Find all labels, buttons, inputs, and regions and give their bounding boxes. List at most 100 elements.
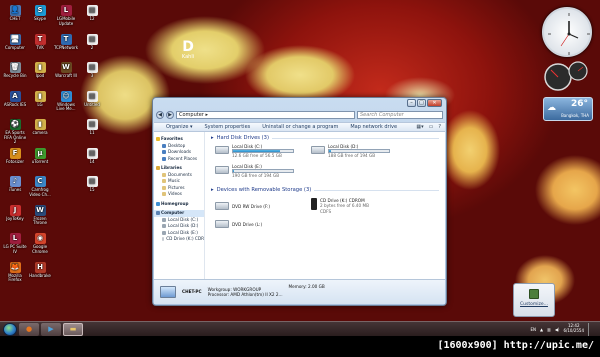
volume-icon[interactable]: ◀) (555, 327, 560, 332)
dvd-rw-drive-f[interactable]: DVD RW Drive (F:) (215, 200, 270, 210)
explorer-taskbar-button[interactable]: ▬ (63, 322, 83, 336)
tray-app-icon[interactable] (529, 289, 539, 299)
clock-face-icon (548, 13, 590, 55)
maximize-button[interactable]: □ (417, 99, 426, 107)
minimize-button[interactable]: – (407, 99, 416, 107)
hard-disk-icon (215, 166, 229, 174)
desktop-icon-label: CHET (9, 16, 21, 21)
nav-item-recent-places[interactable]: Recent Places (154, 156, 204, 163)
desktop-icon-3[interactable]: ▤ 3 (79, 62, 105, 79)
desktop-icon-label: 3 (90, 73, 94, 78)
desktop-icon-lg[interactable]: ▮ LG (27, 90, 53, 108)
system-properties-button[interactable]: System properties (199, 124, 257, 130)
back-button[interactable]: ◀ (156, 111, 164, 119)
desktop-icon-chet[interactable]: 👤 CHET (2, 5, 28, 22)
app-icon: ▤ (86, 119, 98, 130)
weather-gadget[interactable]: ☁ 26° Bangkok, THA (543, 97, 593, 121)
documents-icon (162, 172, 166, 177)
desktop-icon-fotosizer[interactable]: F Fotosizer (2, 147, 28, 165)
taskbar-clock[interactable]: 12:42 6/10/2554 (563, 324, 584, 333)
media-player-taskbar-button[interactable]: ▶ (41, 322, 61, 336)
nav-homegroup[interactable]: Homegroup (154, 201, 204, 208)
desktop-icon-tcpnetwork[interactable]: T TCPNetwork (53, 33, 79, 51)
desktop-icon-computer[interactable]: 🖥 Computer (2, 33, 28, 51)
drive-d[interactable]: Local Disk (D:) 188 GB free of 194 GB (311, 144, 390, 159)
removable-section[interactable]: ▸ Devices with Removable Storage (3) (211, 187, 439, 193)
desktop-icon-windows-live-me[interactable]: ☺ Windows Live Me... (53, 90, 79, 112)
desktop-icon-joytokey[interactable]: J JoyToKey (2, 204, 28, 222)
desktop-icon-12[interactable]: ▤ 12 (79, 5, 105, 22)
desktop-icon-recycle-bin[interactable]: 🗑 Recycle Bin (2, 62, 28, 79)
desktop-icon-camera[interactable]: ▮ camera (27, 119, 53, 136)
desktop-icon-lg-pc-suite-iv[interactable]: L LG PC Suite IV (2, 233, 28, 254)
desktop-icon-11[interactable]: ▤ 11 (79, 119, 105, 136)
desktop-icon-warcraft-iii[interactable]: W Warcraft III (53, 62, 79, 79)
desktop-icon-label: Windows Live Me... (56, 101, 76, 112)
clock-gadget[interactable] (542, 7, 592, 57)
firefox-taskbar-button[interactable]: ● (19, 322, 39, 336)
desktop-icon-lgmobile-update[interactable]: L LGMobile Update (53, 5, 79, 26)
desktop-icon-2[interactable]: ▤ 2 (79, 33, 105, 51)
help-icon[interactable]: ? (438, 124, 441, 130)
search-input[interactable]: Search Computer (357, 111, 443, 119)
show-desktop-button[interactable] (588, 322, 594, 336)
address-bar[interactable]: Computer ▸ (176, 111, 355, 119)
preview-pane-icon[interactable]: ▭ (429, 124, 434, 130)
forward-button[interactable]: ▶ (166, 111, 174, 119)
command-bar: Organize ▾ System properties Uninstall o… (154, 122, 445, 132)
desktop-icon-untitled[interactable]: ▤ Untitled (79, 90, 105, 108)
image-credit: [1600x900] http://upic.me/ (437, 340, 594, 351)
desktop-icon-label: Recycle Bin (3, 73, 27, 78)
dvd-drive-l[interactable]: DVD Drive (L:) (215, 218, 262, 228)
customize-popup[interactable]: Customize... (513, 283, 555, 317)
map-network-drive-button[interactable]: Map network drive (344, 124, 403, 130)
desktop-icon-utorrent[interactable]: µ uTorrent (27, 147, 53, 165)
desktop-icon-handbrake[interactable]: H Handbrake (27, 261, 53, 279)
nav-item-cd-k[interactable]: CD Drive (K:) CDR (154, 236, 204, 243)
desktop-icon-label: iTunes (8, 187, 22, 192)
start-button[interactable] (3, 322, 17, 336)
view-options-icon[interactable]: ▦▾ (416, 124, 423, 130)
desktop-icon-15[interactable]: ▤ 15 (79, 176, 105, 193)
close-button[interactable]: ✕ (427, 99, 442, 107)
app-icon: A (9, 90, 21, 102)
language-indicator[interactable]: EN (530, 327, 536, 332)
dvd-drive-icon (215, 202, 229, 210)
desktop-icon-itunes[interactable]: ♪ iTunes (2, 176, 28, 193)
desktop-icon-ipod[interactable]: ▮ Ipod (27, 62, 53, 79)
hard-disk-section[interactable]: ▸ Hard Disk Drives (3) (211, 135, 439, 141)
window-content: Favorites Desktop Downloads Recent Place… (154, 132, 445, 280)
desktop-watermark: D Kahli (181, 39, 195, 60)
network-icon[interactable]: ▥ (547, 327, 551, 332)
desktop-icon-skype[interactable]: S Skype (27, 5, 53, 22)
drive-c[interactable]: Local Disk (C:) 12.6 GB free of 56.5 GB (215, 144, 294, 159)
app-icon: L (9, 233, 21, 244)
desktop-icon-tvk[interactable]: T TVK (27, 33, 53, 51)
desktop-icon-frozen-throne[interactable]: W Frozen Throne (27, 204, 53, 226)
cd-drive-k[interactable]: CD Drive (K:) CDROM 2 bytes free of 6.40… (311, 198, 369, 214)
desktop-icon-label: EA Sports FIFA Online 2 (3, 130, 27, 145)
nav-item-videos[interactable]: Videos (154, 191, 204, 198)
desktop-icon-asrock-ies[interactable]: A ASRock IES (2, 90, 28, 108)
device-name: DVD RW Drive (F:) (232, 204, 271, 209)
desktop-icon-14[interactable]: ▤ 14 (79, 147, 105, 165)
desktop-icon-label: Ipod (35, 73, 45, 78)
show-hidden-icons-icon[interactable]: ▲ (540, 327, 543, 332)
desktop-icon-ea-sports-fifa-online-2[interactable]: ⚽ EA Sports FIFA Online 2 (2, 119, 28, 145)
desktop-icon-mozilla-firefox[interactable]: 🦊 Mozilla Firefox (2, 261, 28, 283)
uninstall-program-button[interactable]: Uninstall or change a program (256, 124, 344, 130)
drive-e[interactable]: Local Disk (E:) 190 GB free of 194 GB (215, 164, 294, 179)
organize-button[interactable]: Organize ▾ (160, 124, 199, 130)
disk-icon (162, 217, 166, 222)
drive-free: 12.6 GB free of 56.5 GB (232, 153, 282, 159)
disk-icon (162, 224, 166, 229)
app-icon: 🦊 (9, 261, 21, 273)
desktop-icon-camfrog-video-ch[interactable]: C Camfrog Video Ch... (27, 176, 53, 197)
customize-link[interactable]: Customize... (514, 302, 554, 307)
processor: Processor: AMD Athlon(tm) II X2 2... (207, 292, 283, 297)
cpu-meter-gadget[interactable] (542, 60, 592, 92)
computer-name: CHET-PC (182, 289, 202, 295)
desktop-icon-google-chrome[interactable]: ◉ Google Chrome (27, 233, 53, 254)
main-pane: ▸ Hard Disk Drives (3) Local Disk (C:) 12… (205, 132, 445, 280)
explorer-window[interactable]: – □ ✕ ◀ ▶ Computer ▸ Search Computer Org… (152, 97, 447, 306)
